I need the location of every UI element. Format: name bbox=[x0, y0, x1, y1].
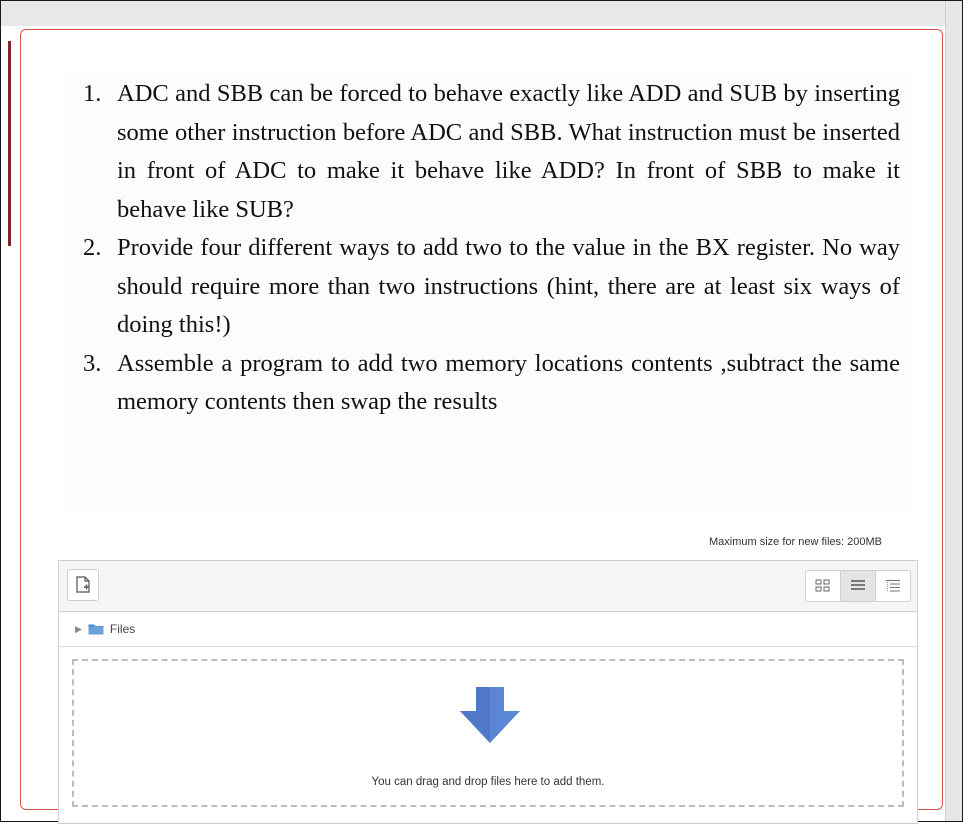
left-margin-marker bbox=[8, 41, 11, 246]
max-file-size-label: Maximum size for new files: 200MB bbox=[709, 536, 882, 548]
right-scroll-strip bbox=[945, 1, 962, 821]
question-image: 1. ADC and SBB can be forced to behave e… bbox=[65, 70, 910, 510]
add-file-icon bbox=[76, 576, 90, 593]
question-card: 1. ADC and SBB can be forced to behave e… bbox=[20, 29, 943, 824]
question-item-2: 2. Provide four different ways to add tw… bbox=[65, 229, 910, 345]
drop-zone-text: You can drag and drop files here to add … bbox=[371, 776, 605, 788]
grid-view-icon bbox=[815, 579, 830, 592]
question-list: 1. ADC and SBB can be forced to behave e… bbox=[65, 70, 910, 422]
expand-arrow-icon[interactable]: ▶ bbox=[75, 624, 82, 635]
list-view-button[interactable] bbox=[841, 571, 876, 601]
tree-view-button[interactable] bbox=[876, 571, 910, 601]
path-folder-label[interactable]: Files bbox=[110, 622, 135, 636]
tree-view-icon bbox=[886, 579, 900, 592]
file-manager-toolbar bbox=[59, 561, 917, 612]
grid-view-button[interactable] bbox=[806, 571, 841, 601]
file-path-bar: ▶ Files bbox=[59, 612, 917, 647]
add-file-button[interactable] bbox=[67, 569, 99, 601]
question-text: Assemble a program to add two memory loc… bbox=[117, 349, 900, 416]
folder-icon bbox=[88, 624, 104, 635]
top-strip bbox=[1, 1, 962, 26]
question-text: Provide four different ways to add two t… bbox=[117, 234, 900, 338]
file-manager: ▶ Files You can drag and drop files here… bbox=[58, 560, 918, 824]
question-item-1: 1. ADC and SBB can be forced to behave e… bbox=[65, 75, 910, 229]
question-number: 2. bbox=[83, 234, 102, 261]
list-view-icon bbox=[851, 580, 865, 590]
question-number: 1. bbox=[83, 80, 102, 107]
question-number: 3. bbox=[83, 349, 102, 377]
file-drop-zone[interactable]: You can drag and drop files here to add … bbox=[72, 659, 904, 807]
down-arrow-icon bbox=[460, 687, 520, 743]
question-text: ADC and SBB can be forced to behave exac… bbox=[117, 80, 900, 223]
question-item-3: 3. Assemble a program to add two memory … bbox=[65, 345, 910, 422]
view-switcher bbox=[805, 570, 911, 602]
window-frame: 1. ADC and SBB can be forced to behave e… bbox=[0, 0, 963, 824]
